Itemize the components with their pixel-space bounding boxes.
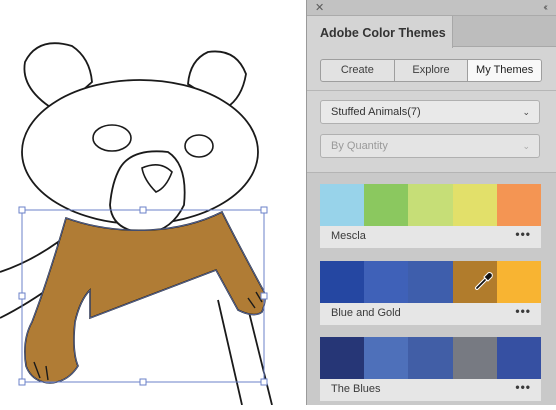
sort-dropdown-value: By Quantity: [331, 140, 388, 152]
more-options-icon[interactable]: •••: [515, 304, 531, 318]
bear-right-eye: [184, 134, 214, 158]
color-swatch[interactable]: [408, 261, 453, 303]
chevron-down-icon: ⌄: [522, 141, 530, 151]
color-swatch[interactable]: [452, 337, 497, 379]
color-swatch[interactable]: [496, 337, 542, 379]
handle-middle-right: [260, 292, 268, 300]
collapse-panel-icon[interactable]: ‹‹: [543, 1, 547, 15]
theme-swatches: [320, 337, 542, 379]
themes-list[interactable]: Mescla ••• Blue and Gold ••• The Blues •…: [307, 172, 556, 405]
tab-my-themes[interactable]: My Themes: [468, 60, 541, 81]
color-swatch[interactable]: [452, 184, 497, 226]
library-dropdown[interactable]: Stuffed Animals(7) ⌄: [320, 100, 540, 124]
mode-tabs: Create Explore My Themes: [320, 59, 542, 82]
handle-bottom-right: [260, 378, 268, 386]
adobe-color-themes-panel: ✕ ‹‹ Adobe Color Themes Create Explore M…: [306, 0, 556, 405]
tab-create[interactable]: Create: [321, 60, 395, 81]
divider: [307, 90, 556, 91]
color-swatch[interactable]: [408, 184, 453, 226]
more-options-icon[interactable]: •••: [515, 227, 531, 241]
handle-bottom-left: [18, 378, 26, 386]
color-swatch[interactable]: [496, 261, 542, 303]
color-swatch[interactable]: [364, 337, 409, 379]
theme-swatches: [320, 184, 542, 226]
artboard-canvas[interactable]: [0, 0, 306, 406]
tab-explore[interactable]: Explore: [395, 60, 469, 81]
eyedropper-icon: [474, 272, 493, 290]
color-swatch[interactable]: [320, 261, 365, 303]
theme-swatches: [320, 261, 542, 303]
panel-title-tab[interactable]: Adobe Color Themes: [307, 16, 453, 48]
more-options-icon[interactable]: •••: [515, 380, 531, 394]
color-swatch[interactable]: [496, 184, 542, 226]
panel-top-bar: ✕ ‹‹: [307, 0, 556, 16]
theme-name: Blue and Gold: [331, 307, 401, 319]
theme-card[interactable]: Mescla •••: [320, 184, 542, 248]
handle-bottom-middle: [139, 378, 147, 386]
handle-top-right: [260, 206, 268, 214]
sort-dropdown[interactable]: By Quantity ⌄: [320, 134, 540, 158]
color-swatch[interactable]: [364, 184, 409, 226]
color-swatch[interactable]: [320, 337, 365, 379]
handle-top-middle: [139, 206, 147, 214]
chevron-down-icon: ⌄: [522, 107, 530, 117]
library-dropdown-value: Stuffed Animals(7): [331, 106, 421, 118]
handle-middle-left: [18, 292, 26, 300]
theme-card[interactable]: The Blues •••: [320, 337, 542, 401]
bear-illustration: [0, 42, 273, 406]
handle-top-left: [18, 206, 26, 214]
theme-card[interactable]: Blue and Gold •••: [320, 261, 542, 325]
theme-name: Mescla: [331, 230, 366, 242]
bear-left-eye: [92, 124, 132, 152]
color-swatch[interactable]: [364, 261, 409, 303]
close-icon[interactable]: ✕: [315, 1, 324, 15]
color-swatch-active[interactable]: [452, 261, 497, 303]
color-swatch[interactable]: [408, 337, 453, 379]
theme-name: The Blues: [331, 383, 381, 395]
color-swatch[interactable]: [320, 184, 365, 226]
